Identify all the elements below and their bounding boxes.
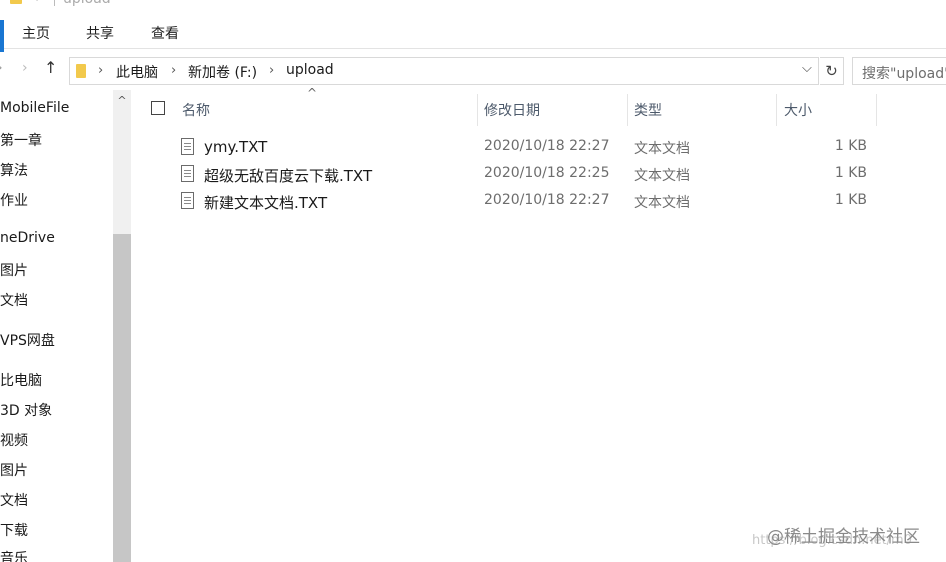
- column-header-name[interactable]: 名称: [182, 100, 210, 120]
- nav-item-homework[interactable]: 作业: [0, 190, 28, 210]
- nav-item-music[interactable]: 音乐: [0, 548, 28, 562]
- refresh-icon: ↻: [825, 62, 838, 80]
- search-input[interactable]: 搜索"upload": [852, 57, 946, 85]
- folder-icon: [10, 0, 22, 4]
- nav-item-mobilefile[interactable]: MobileFile: [0, 100, 69, 116]
- title-bar: ▾ upload: [0, 0, 946, 8]
- file-row[interactable]: 超级无敌百度云下载.TXT 2020/10/18 22:25 文本文档 1 KB: [133, 163, 946, 189]
- nav-item-documents[interactable]: 文档: [0, 290, 28, 310]
- file-type: 文本文档: [634, 168, 690, 184]
- nav-item-videos[interactable]: 视频: [0, 430, 28, 450]
- chevron-down-icon[interactable]: ⌵: [802, 61, 812, 76]
- forward-arrow-icon[interactable]: ›: [22, 60, 28, 76]
- chevron-right-icon[interactable]: ›: [98, 63, 103, 78]
- file-modified: 2020/10/18 22:27: [484, 138, 610, 154]
- select-all-checkbox[interactable]: [151, 101, 165, 115]
- file-list: ^ 名称 修改日期 类型 大小 ymy.TXT 2020/10/18 22:27…: [133, 86, 946, 562]
- nav-item-wps-drive[interactable]: VPS网盘: [0, 330, 55, 350]
- file-size: 1 KB: [834, 192, 867, 208]
- nav-item-chapter1[interactable]: 第一章: [0, 130, 42, 150]
- up-arrow-icon[interactable]: ↑: [44, 58, 57, 77]
- navigation-pane: MobileFile 第一章 算法 作业 neDrive 图片 文档 VPS网盘…: [0, 90, 132, 562]
- column-header-modified[interactable]: 修改日期: [484, 100, 540, 120]
- nav-item-downloads[interactable]: 下载: [0, 520, 28, 540]
- file-type: 文本文档: [634, 141, 690, 157]
- file-type: 文本文档: [634, 195, 690, 211]
- breadcrumb-this-pc[interactable]: 此电脑: [116, 62, 158, 82]
- search-placeholder: 搜索"upload": [862, 66, 946, 82]
- file-row[interactable]: ymy.TXT 2020/10/18 22:27 文本文档 1 KB: [133, 136, 946, 162]
- chevron-right-icon[interactable]: ›: [171, 63, 176, 78]
- column-divider[interactable]: [876, 94, 877, 126]
- window-title: upload: [63, 0, 111, 7]
- address-row: › › ↑ › 此电脑 › 新加卷 (F:) › upload ⌵ ↻ 搜索"u…: [0, 52, 946, 88]
- text-file-icon: [181, 165, 194, 182]
- refresh-button[interactable]: ↻: [820, 57, 844, 85]
- scroll-up-icon[interactable]: ^: [113, 94, 131, 107]
- file-name: 新建文本文档.TXT: [204, 194, 328, 212]
- ribbon: 主页 共享 查看: [0, 8, 946, 52]
- back-arrow-icon[interactable]: ›: [0, 60, 3, 76]
- chevron-right-icon[interactable]: ›: [269, 63, 274, 78]
- watermark: @稀土掘金技术社区: [767, 527, 920, 547]
- column-header-type[interactable]: 类型: [634, 100, 662, 120]
- column-header-size[interactable]: 大小: [784, 100, 812, 120]
- nav-item-pictures[interactable]: 图片: [0, 260, 28, 280]
- file-name: ymy.TXT: [204, 138, 268, 156]
- tab-view[interactable]: 查看: [151, 23, 179, 43]
- column-divider[interactable]: [627, 94, 628, 126]
- file-modified: 2020/10/18 22:27: [484, 192, 610, 208]
- nav-item-algorithm[interactable]: 算法: [0, 160, 28, 180]
- nav-item-documents-pc[interactable]: 文档: [0, 490, 28, 510]
- text-file-icon: [181, 192, 194, 209]
- folder-icon: [76, 64, 86, 78]
- column-divider[interactable]: [477, 94, 478, 126]
- nav-item-onedrive[interactable]: neDrive: [0, 230, 55, 246]
- nav-scrollbar-thumb[interactable]: [113, 234, 131, 562]
- address-bar[interactable]: › 此电脑 › 新加卷 (F:) › upload ⌵: [69, 57, 819, 85]
- text-file-icon: [181, 138, 194, 155]
- file-name: 超级无敌百度云下载.TXT: [204, 167, 373, 185]
- nav-item-pictures-pc[interactable]: 图片: [0, 460, 28, 480]
- file-size: 1 KB: [834, 165, 867, 181]
- file-tab-accent[interactable]: [0, 20, 4, 52]
- nav-item-this-pc[interactable]: 比电脑: [0, 370, 42, 390]
- quick-access-dropdown-icon[interactable]: ▾: [34, 0, 40, 4]
- file-size: 1 KB: [834, 138, 867, 154]
- column-divider[interactable]: [776, 94, 777, 126]
- nav-item-3d-objects[interactable]: 3D 对象: [0, 400, 52, 420]
- file-row[interactable]: 新建文本文档.TXT 2020/10/18 22:27 文本文档 1 KB: [133, 190, 946, 216]
- column-header-row: 名称 修改日期 类型 大小: [133, 90, 946, 126]
- title-separator: [54, 0, 55, 6]
- tab-home[interactable]: 主页: [22, 23, 50, 43]
- tab-share[interactable]: 共享: [86, 23, 114, 43]
- breadcrumb-upload[interactable]: upload: [286, 62, 334, 78]
- breadcrumb-drive[interactable]: 新加卷 (F:): [188, 62, 257, 82]
- file-modified: 2020/10/18 22:25: [484, 165, 610, 181]
